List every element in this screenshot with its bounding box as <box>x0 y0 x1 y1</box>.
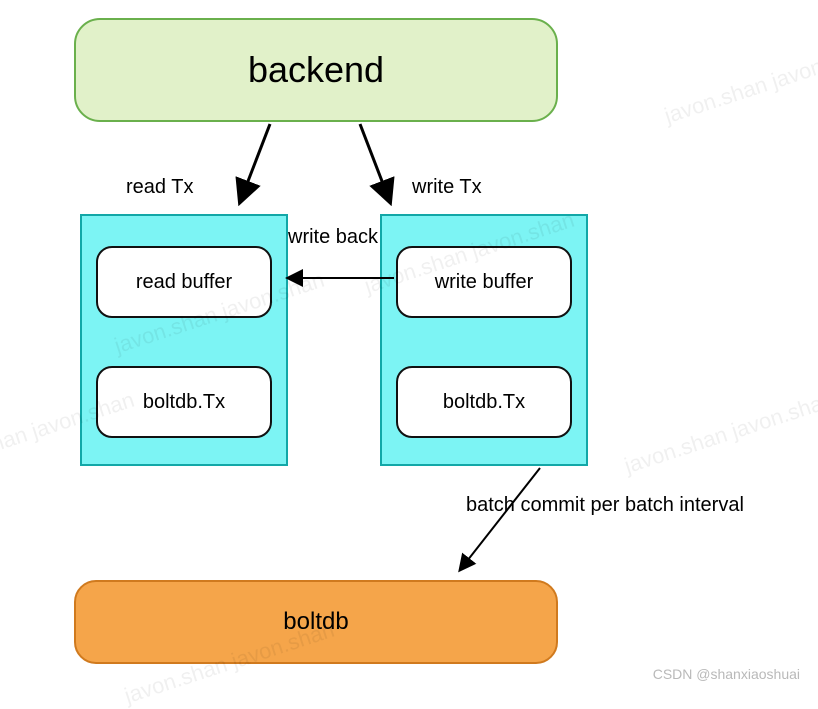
node-write-boltdb-tx-label: boltdb.Tx <box>443 391 525 414</box>
edge-label-read-tx: read Tx <box>126 176 193 199</box>
arrow-backend-to-read <box>240 124 270 202</box>
node-write-boltdb-tx: boltdb.Tx <box>396 366 572 438</box>
node-boltdb-label: boltdb <box>283 608 348 636</box>
edge-label-write-tx: write Tx <box>412 176 482 199</box>
node-boltdb: boltdb <box>74 580 558 664</box>
node-read-buffer-label: read buffer <box>136 271 232 294</box>
edge-label-write-back: write back <box>288 226 378 249</box>
node-write-buffer-label: write buffer <box>435 271 534 294</box>
node-read-boltdb-tx: boltdb.Tx <box>96 366 272 438</box>
edge-label-batch-commit: batch commit per batch interval <box>466 494 744 517</box>
panel-read-tx: read buffer boltdb.Tx <box>80 214 288 466</box>
node-write-buffer: write buffer <box>396 246 572 318</box>
node-read-buffer: read buffer <box>96 246 272 318</box>
node-backend: backend <box>74 18 558 122</box>
arrow-batch-commit <box>460 468 540 570</box>
node-backend-label: backend <box>248 49 384 91</box>
node-read-boltdb-tx-label: boltdb.Tx <box>143 391 225 414</box>
arrow-backend-to-write <box>360 124 390 202</box>
watermark-text: javon.shan javon.shan <box>661 37 818 129</box>
watermark-text: javon.shan javon.shan <box>621 387 818 479</box>
panel-write-tx: write buffer boltdb.Tx <box>380 214 588 466</box>
attribution-text: CSDN @shanxiaoshuai <box>653 666 800 682</box>
